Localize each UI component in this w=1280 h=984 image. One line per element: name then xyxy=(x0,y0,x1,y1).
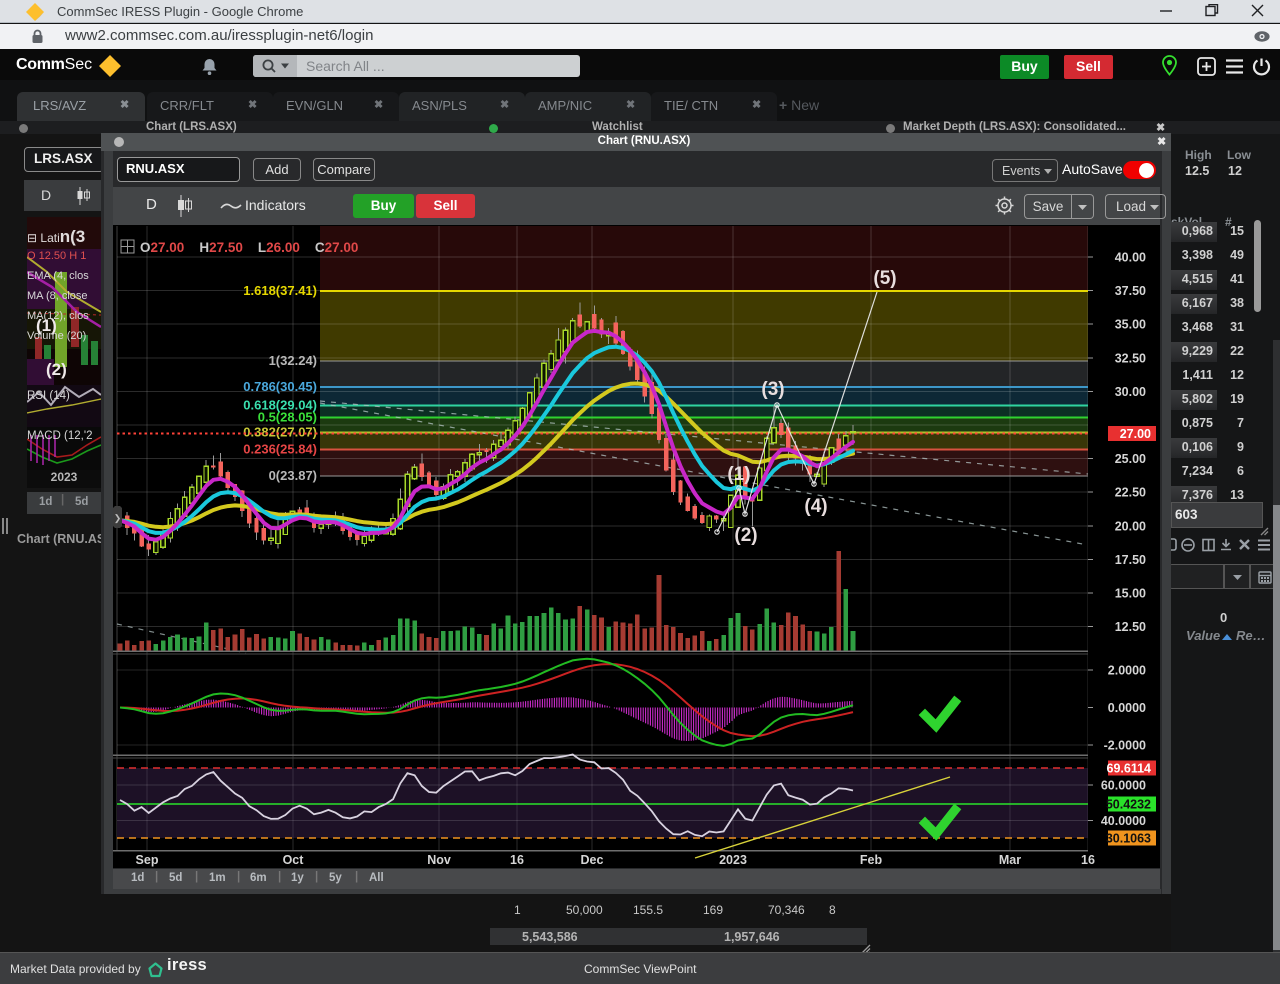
svg-text:40.00: 40.00 xyxy=(1115,251,1146,265)
svg-text:0.236(25.84): 0.236(25.84) xyxy=(243,442,317,457)
svg-text:Nov: Nov xyxy=(427,853,451,867)
svg-text:22.50: 22.50 xyxy=(1115,486,1146,500)
svg-text:2023: 2023 xyxy=(719,853,747,867)
svg-text:25.00: 25.00 xyxy=(1115,452,1146,466)
svg-text:60.0000: 60.0000 xyxy=(1101,779,1146,793)
svg-text:Sep: Sep xyxy=(136,853,159,867)
svg-text:17.50: 17.50 xyxy=(1115,553,1146,567)
svg-text:27.00: 27.00 xyxy=(1120,427,1151,441)
svg-text:(2): (2) xyxy=(734,525,757,546)
svg-text:Feb: Feb xyxy=(860,853,883,867)
svg-text:16: 16 xyxy=(1081,853,1095,867)
svg-text:(4): (4) xyxy=(804,496,827,517)
svg-text:-2.0000: -2.0000 xyxy=(1104,739,1146,753)
svg-text:1.618(37.41): 1.618(37.41) xyxy=(243,283,317,298)
svg-text:2.0000: 2.0000 xyxy=(1108,664,1146,678)
svg-text:(1): (1) xyxy=(727,464,750,485)
svg-text:50.4232: 50.4232 xyxy=(1106,798,1151,812)
svg-text:15.00: 15.00 xyxy=(1115,587,1146,601)
svg-text:(3): (3) xyxy=(761,379,784,400)
svg-text:1(32.24): 1(32.24) xyxy=(269,353,317,368)
svg-text:40.0000: 40.0000 xyxy=(1101,814,1146,828)
svg-text:32.50: 32.50 xyxy=(1115,351,1146,365)
svg-text:69.6114: 69.6114 xyxy=(1107,762,1152,776)
svg-text:❯: ❯ xyxy=(114,513,122,524)
svg-text:0(23.87): 0(23.87) xyxy=(269,468,317,483)
svg-text:Mar: Mar xyxy=(999,853,1021,867)
svg-text:30.1063: 30.1063 xyxy=(1106,832,1151,846)
svg-text:0.786(30.45): 0.786(30.45) xyxy=(243,379,317,394)
svg-text:20.00: 20.00 xyxy=(1115,519,1146,533)
svg-text:0.5(28.05): 0.5(28.05) xyxy=(258,410,317,425)
svg-text:0.0000: 0.0000 xyxy=(1108,701,1146,715)
svg-text:Dec: Dec xyxy=(581,853,604,867)
svg-text:(5): (5) xyxy=(873,268,896,289)
svg-text:0.382(27.07): 0.382(27.07) xyxy=(243,425,317,440)
svg-text:16: 16 xyxy=(510,853,524,867)
svg-text:35.00: 35.00 xyxy=(1115,318,1146,332)
svg-text:37.50: 37.50 xyxy=(1115,284,1146,298)
svg-text:12.50: 12.50 xyxy=(1115,620,1146,634)
svg-text:Oct: Oct xyxy=(283,853,305,867)
svg-text:30.00: 30.00 xyxy=(1115,385,1146,399)
